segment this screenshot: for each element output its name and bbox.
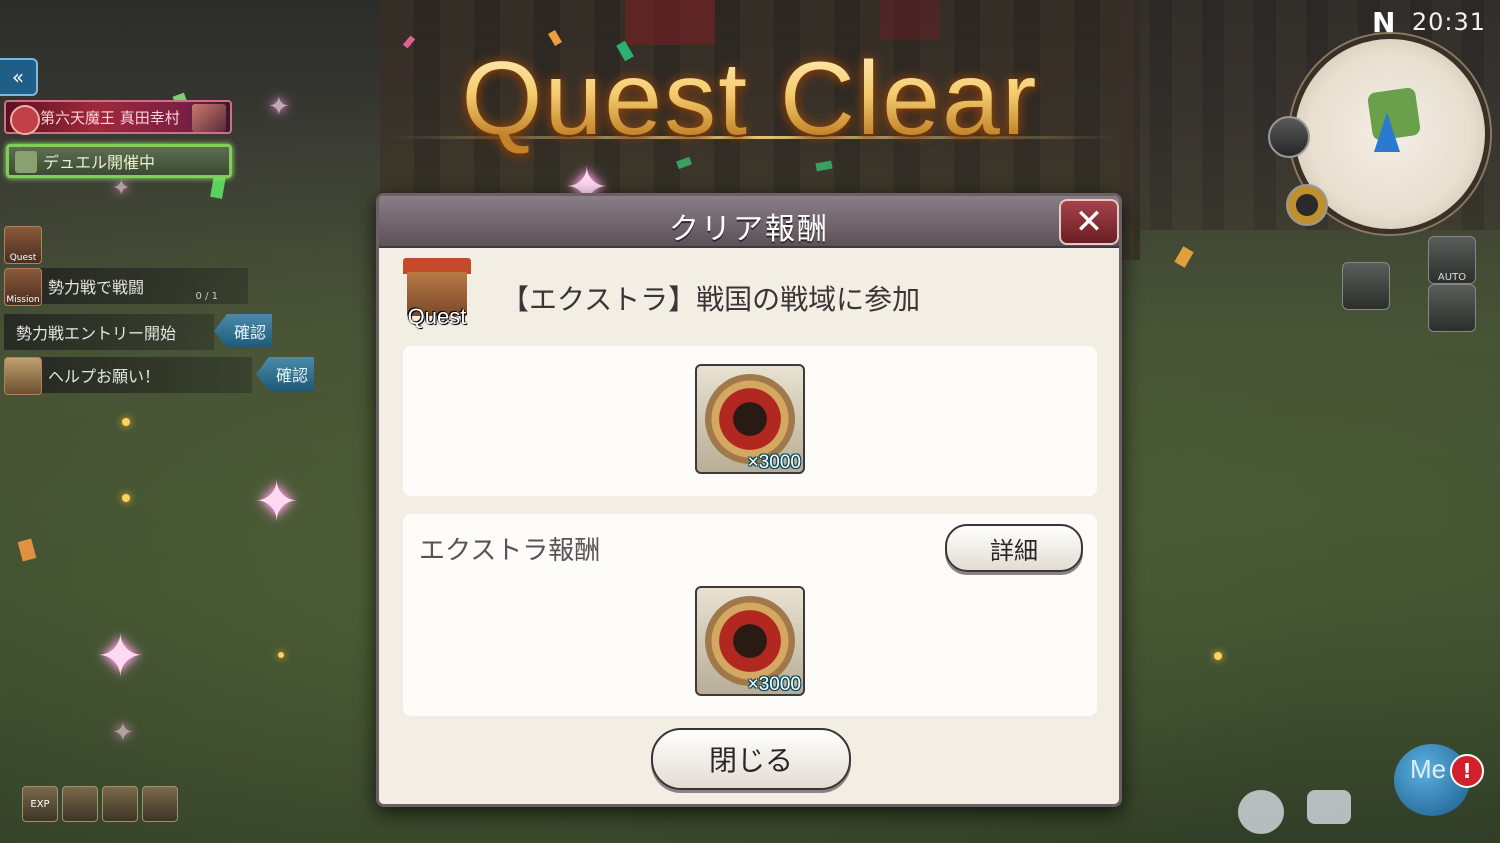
quest-icon-label: Quest [407,304,467,329]
item-boost-icon[interactable] [102,786,138,822]
samurai-helmet-medal-icon [705,374,795,464]
me-menu-button[interactable]: Me ! [1382,740,1484,840]
close-button[interactable]: 閉じる [651,728,851,790]
mission-title: 勢力戦で戦闘 [48,278,145,297]
mission-tab-button[interactable]: Mission [4,268,42,306]
details-button-label: 詳細 [990,536,1038,565]
shop-boost-icon[interactable] [142,786,178,822]
sparkle-effect: ✦ [112,718,134,748]
light-particle [122,418,130,426]
sparkle-effect: ✦ [96,622,145,690]
confetti [17,538,37,562]
clock: 20:31 [1411,8,1486,36]
double-chevron-left-icon: « [11,65,25,89]
collapse-menu-button[interactable]: « [0,58,38,96]
help-request-text: ヘルプお願い！ [48,367,161,386]
exp-boost-icon[interactable]: EXP [22,786,58,822]
auto-label: AUTO [1437,272,1467,283]
light-particle [278,652,284,658]
extra-reward-item[interactable]: ×3000 [695,586,805,696]
map-toggle-button[interactable] [1268,116,1310,158]
help-check-button[interactable]: 確認 [256,357,314,391]
extra-reward-panel: エクストラ報酬 詳細 ×3000 [403,514,1097,716]
notification-badge: ! [1450,754,1484,788]
close-button-label: 閉じる [708,744,793,777]
details-button[interactable]: 詳細 [945,524,1083,572]
map-location-marker [1366,86,1422,142]
sparkle-effect: ✦ [112,176,131,201]
faction-entry-text: 勢力戦エントリー開始 [16,324,177,343]
clear-reward-dialog: クリア報酬 ✕ Quest 【エクストラ】戦国の戦域に参加 ×3000 エクスト… [376,193,1122,807]
boss-banner-text: 第六天魔王 真田幸村 [40,108,180,127]
boss-portrait [192,104,226,132]
compass-north-icon: N [1372,6,1396,39]
close-x-button[interactable]: ✕ [1059,199,1119,245]
quest-tab-label: Quest [9,253,37,263]
samurai-helmet-medal-icon [705,596,795,686]
emote-button[interactable] [1238,790,1284,834]
background-banner-2 [880,0,940,40]
exp-label: EXP [30,798,50,810]
buff-icon-bar: EXP [22,786,178,822]
reward-quantity: ×3000 [747,452,801,473]
drop-boost-icon[interactable] [62,786,98,822]
faction-entry-check-button[interactable]: 確認 [214,314,272,348]
light-particle [122,494,130,502]
duel-event-banner[interactable]: デュエル開催中 [6,144,232,178]
help-hands-icon [4,357,42,395]
me-label: Me [1410,754,1447,784]
close-icon: ✕ [1074,202,1104,242]
base-reward-panel: ×3000 [403,346,1097,496]
dialog-title: クリア報酬 [669,212,829,247]
confetti [1174,246,1194,268]
quest-tab-button[interactable]: Quest [4,226,42,264]
extra-reward-quantity: ×3000 [747,674,801,695]
duel-icon [15,151,37,173]
help-check-label: 確認 [275,366,308,385]
faction-entry-row: 勢力戦エントリー開始 [4,314,214,350]
help-request-row: ヘルプお願い！ [40,357,252,393]
chat-button[interactable] [1307,790,1351,824]
extra-reward-label: エクストラ報酬 [419,536,601,566]
quest-name: 【エクストラ】戦国の戦域に参加 [501,283,921,316]
boss-event-banner[interactable]: 第六天魔王 真田幸村 [4,100,232,135]
reward-item[interactable]: ×3000 [695,364,805,474]
background-banner [625,0,715,45]
character-view-button[interactable] [1286,184,1328,226]
party-icon[interactable] [1428,284,1476,332]
oni-mask-icon [10,105,40,135]
auto-mode-button[interactable]: AUTO [1428,236,1476,284]
duel-banner-text: デュエル開催中 [43,153,156,172]
confetti [210,175,226,199]
mission-progress: 0 / 1 [195,291,218,302]
light-particle [1214,652,1222,660]
dialog-header: クリア報酬 ✕ [379,196,1119,248]
quest-icon: Quest [399,258,475,338]
mission-tab-label: Mission [6,295,40,305]
faction-entry-check-label: 確認 [233,323,266,342]
camera-icon[interactable] [1342,262,1390,310]
sparkle-effect: ✦ [254,470,300,533]
mission-row[interactable]: 勢力戦で戦闘 0 / 1 [40,268,248,304]
